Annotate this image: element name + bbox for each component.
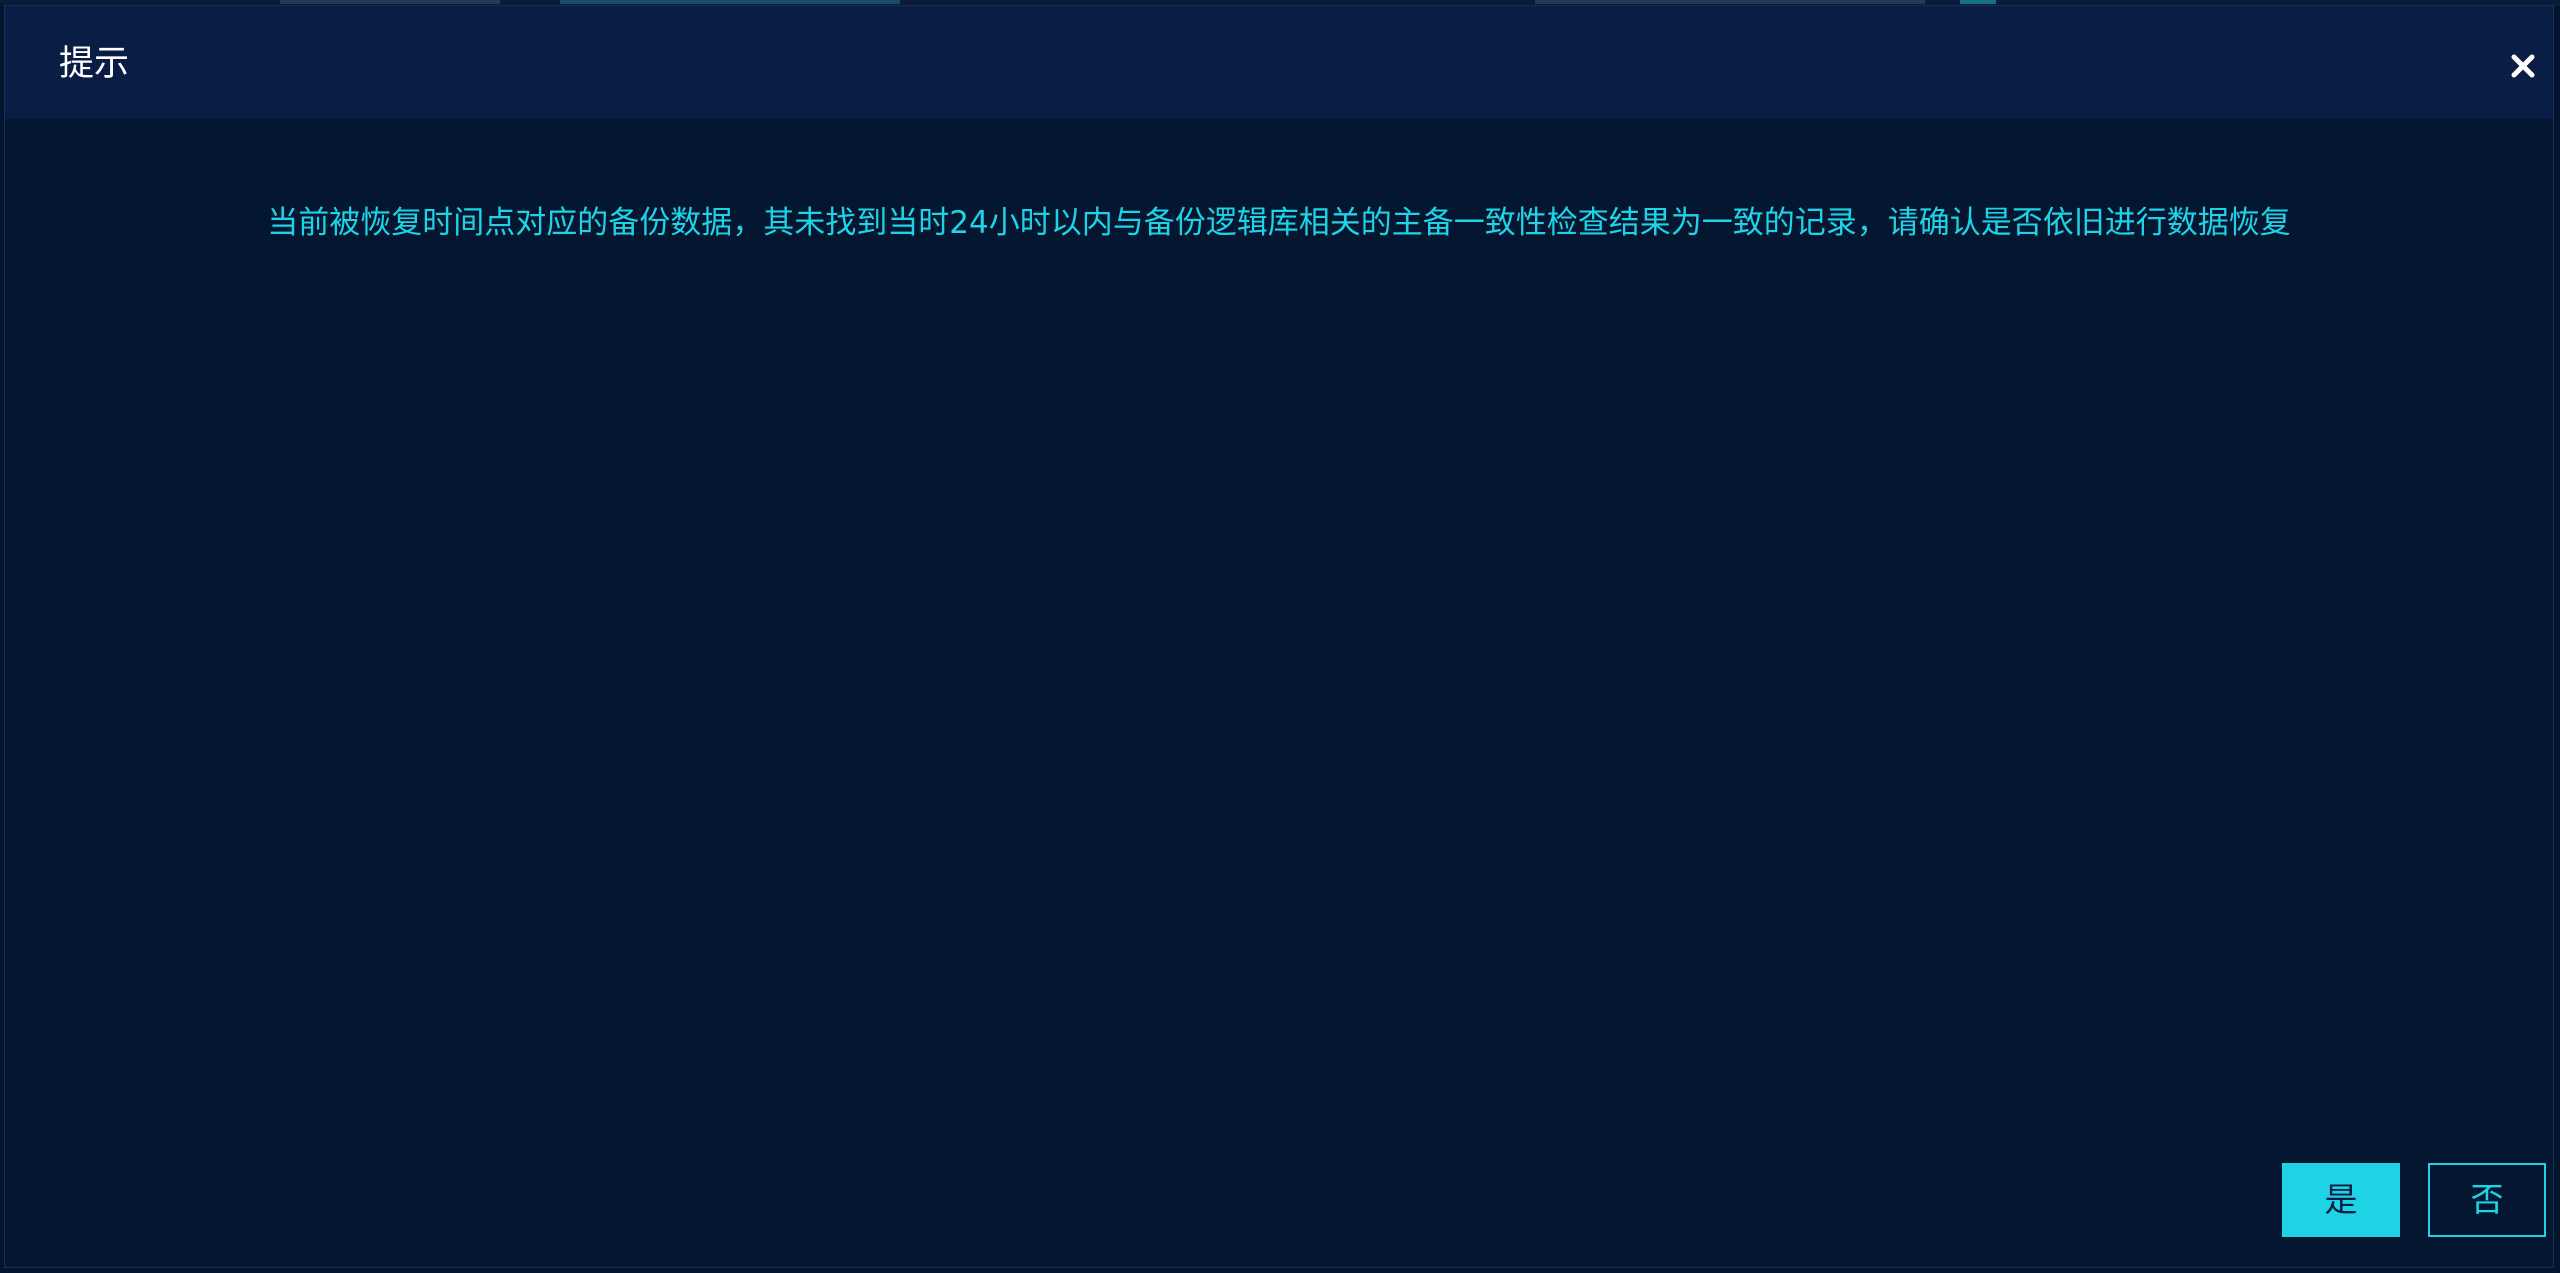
background-ghost-text (1535, 0, 1925, 4)
background-ghost-link (560, 0, 900, 4)
dialog-message: 当前被恢复时间点对应的备份数据，其未找到当时24小时以内与备份逻辑库相关的主备一… (267, 205, 2291, 241)
dialog-header: 提示 (5, 6, 2553, 119)
close-button[interactable] (2503, 46, 2543, 86)
confirm-dialog: 提示 当前被恢复时间点对应的备份数据，其未找到当时24小时以内与备份逻辑库相关的… (4, 5, 2554, 1268)
close-icon (2511, 54, 2535, 78)
yes-button[interactable]: 是 (2282, 1163, 2400, 1237)
background-ghost-text (280, 0, 500, 4)
no-button[interactable]: 否 (2428, 1163, 2546, 1237)
dialog-title: 提示 (59, 44, 130, 84)
background-ghost-badge (1960, 0, 1996, 4)
